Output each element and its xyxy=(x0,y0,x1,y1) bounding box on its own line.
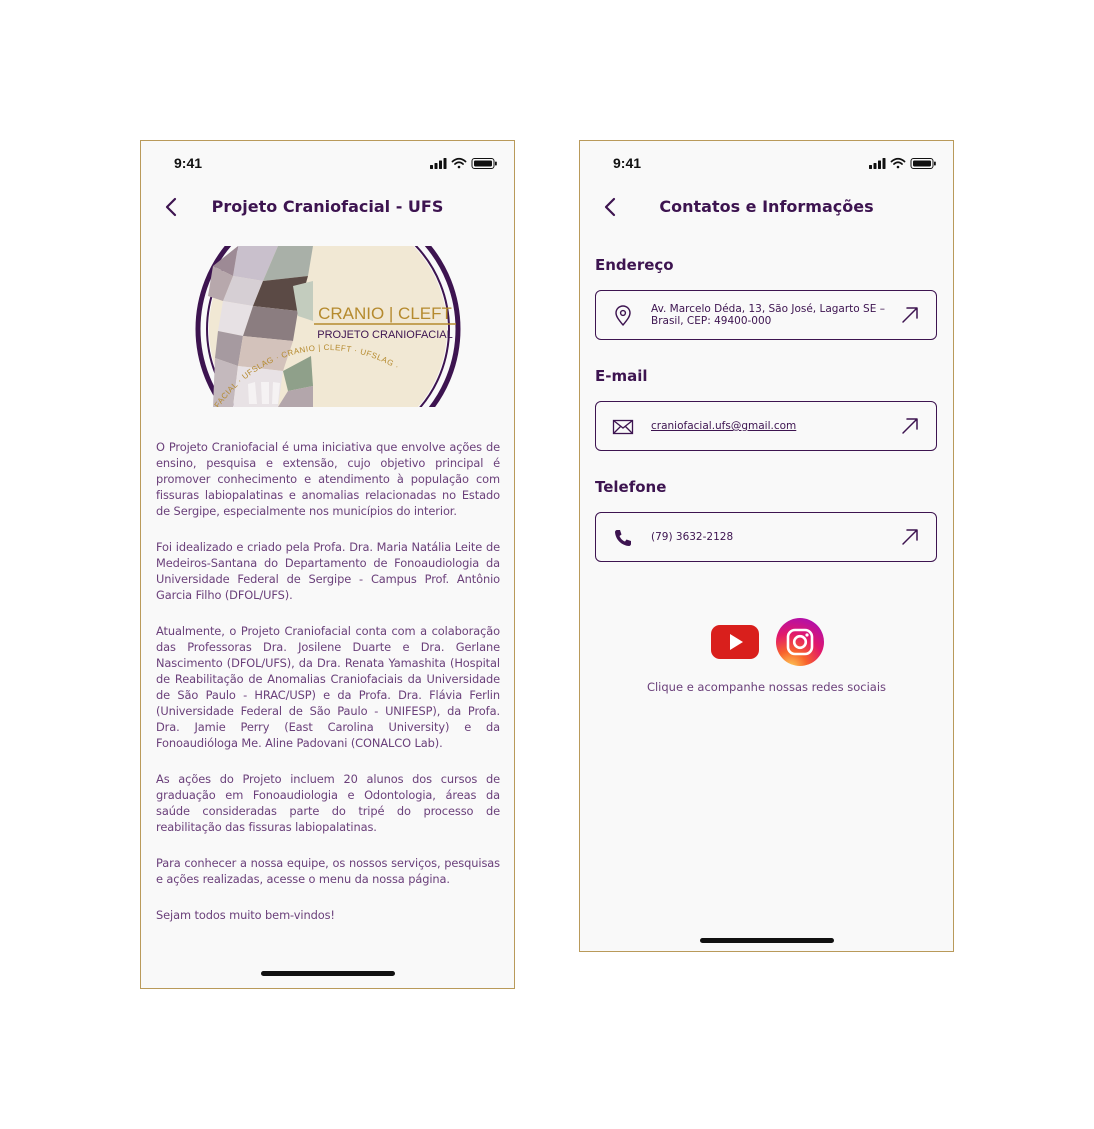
envelope-icon xyxy=(612,419,634,435)
youtube-icon[interactable] xyxy=(710,622,760,662)
home-indicator[interactable] xyxy=(261,971,395,976)
page-title: Contatos e Informações xyxy=(659,197,874,216)
status-time: 9:41 xyxy=(613,155,642,171)
wifi-icon xyxy=(451,157,467,169)
about-paragraph: Atualmente, o Projeto Craniofacial conta… xyxy=(156,624,500,750)
battery-icon xyxy=(471,158,497,169)
about-paragraph: O Projeto Craniofacial é uma iniciativa … xyxy=(156,440,500,518)
external-arrow-icon[interactable] xyxy=(900,305,920,325)
address-card[interactable]: Av. Marcelo Déda, 13, São José, Lagarto … xyxy=(595,290,937,340)
social-links xyxy=(710,617,825,667)
home-indicator[interactable] xyxy=(700,938,834,943)
battery-icon xyxy=(910,158,936,169)
about-text: O Projeto Craniofacial é uma iniciativa … xyxy=(156,439,500,943)
phone-text: (79) 3632-2128 xyxy=(651,531,734,543)
phone-label: Telefone xyxy=(595,478,667,496)
email-card[interactable]: craniofacial.ufs@gmail.com xyxy=(595,401,937,451)
contact-screen: 9:41 Contatos e Informações Endereço Av.… xyxy=(579,140,954,952)
email-label: E-mail xyxy=(595,367,648,385)
signal-icon xyxy=(430,158,447,169)
page-title: Projeto Craniofacial - UFS xyxy=(211,197,444,216)
status-icons xyxy=(869,157,936,169)
logo-main-text: CRANIO | CLEFT xyxy=(318,304,452,323)
location-pin-icon xyxy=(615,305,631,326)
instagram-icon[interactable] xyxy=(775,617,825,667)
address-text: Av. Marcelo Déda, 13, São José, Lagarto … xyxy=(651,303,885,327)
about-paragraph: Foi idealizado e criado pela Profa. Dra.… xyxy=(156,540,500,602)
wifi-icon xyxy=(890,157,906,169)
external-arrow-icon[interactable] xyxy=(900,416,920,436)
back-chevron-icon[interactable] xyxy=(602,197,618,217)
social-caption: Clique e acompanhe nossas redes sociais xyxy=(646,680,887,694)
status-icons xyxy=(430,157,497,169)
about-paragraph: As ações do Projeto incluem 20 alunos do… xyxy=(156,772,500,834)
phone-icon xyxy=(615,530,631,546)
back-chevron-icon[interactable] xyxy=(163,197,179,217)
external-arrow-icon[interactable] xyxy=(900,527,920,547)
status-time: 9:41 xyxy=(174,155,203,171)
about-paragraph: Sejam todos muito bem-vindos! xyxy=(156,908,335,922)
about-screen: 9:41 Projeto Craniofacial - UFS CRANIO |… xyxy=(140,140,515,989)
signal-icon xyxy=(869,158,886,169)
about-paragraph: Para conhecer a nossa equipe, os nossos … xyxy=(156,856,500,886)
project-logo: CRANIO | CLEFT PROJETO CRANIOFACIAL PROJ… xyxy=(183,246,473,407)
logo-sub-text: PROJETO CRANIOFACIAL xyxy=(317,329,453,341)
phone-card[interactable]: (79) 3632-2128 xyxy=(595,512,937,562)
email-text[interactable]: craniofacial.ufs@gmail.com xyxy=(651,420,886,432)
address-label: Endereço xyxy=(595,256,674,274)
